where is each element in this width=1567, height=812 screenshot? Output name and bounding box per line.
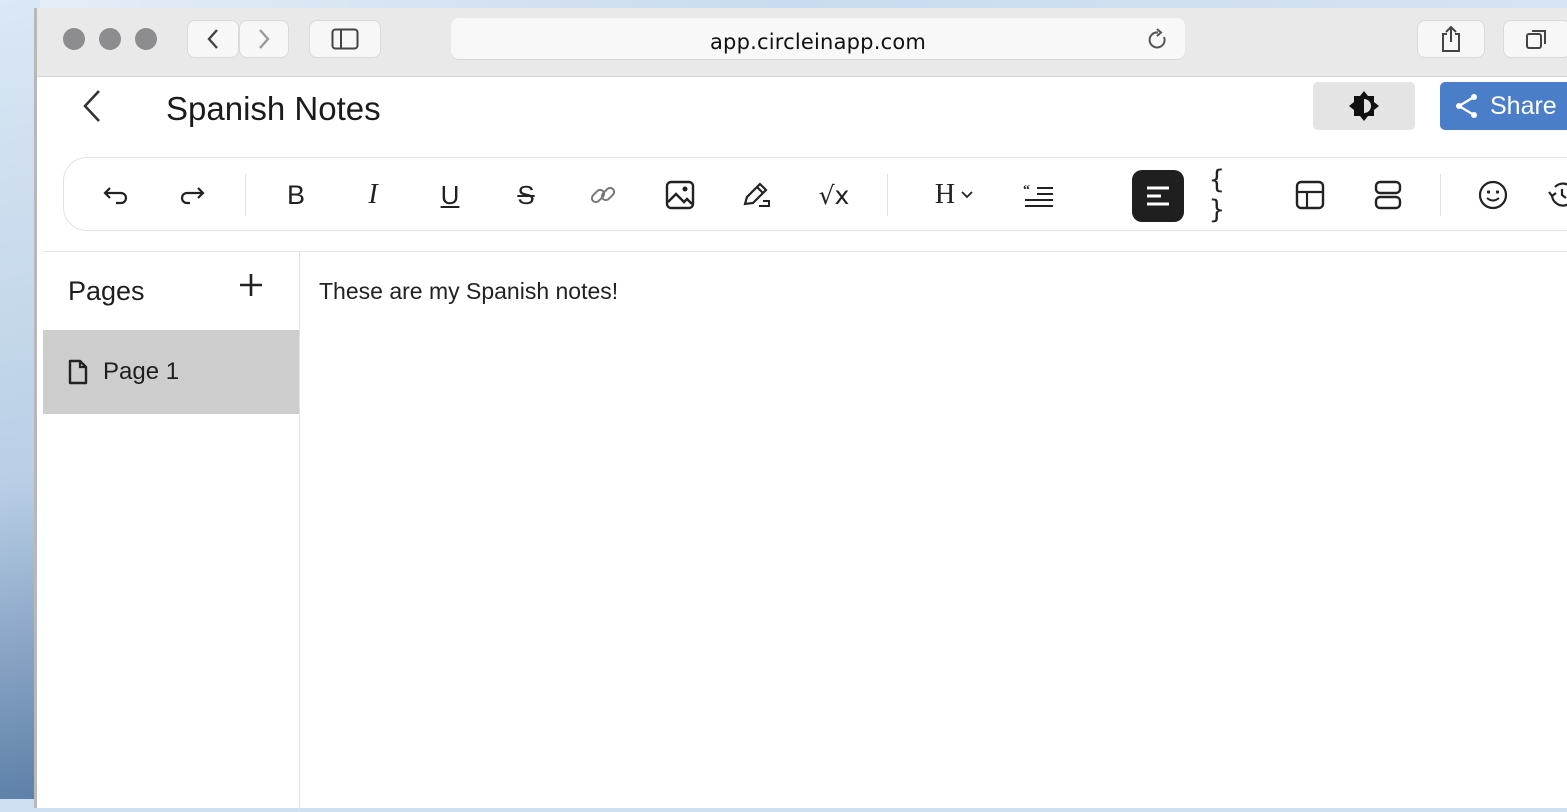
address-bar[interactable]: app.circleinapp.com (451, 18, 1185, 60)
browser-titlebar: app.circleinapp.com (37, 8, 1567, 77)
share-sheet-icon (1442, 25, 1460, 52)
theme-toggle-button[interactable] (1313, 82, 1415, 130)
editor-toolbar: B I U S √x H “ { } (63, 157, 1567, 231)
table-button[interactable] (1292, 177, 1328, 213)
share-button[interactable]: Share (1440, 82, 1567, 130)
bold-button[interactable]: B (278, 177, 314, 213)
math-glyph: √x (818, 180, 850, 210)
toolbar-separator (1440, 174, 1441, 216)
math-button[interactable]: √x (816, 177, 852, 213)
align-left-button[interactable] (1132, 170, 1184, 222)
editor-content[interactable]: These are my Spanish notes! (319, 278, 618, 305)
redo-icon (180, 187, 205, 205)
columns-button[interactable] (1370, 177, 1406, 213)
strike-glyph: S (517, 179, 535, 210)
code-block-button[interactable]: { } (1209, 165, 1249, 225)
bold-glyph: B (286, 179, 305, 210)
zoom-window-dot[interactable] (135, 28, 157, 50)
underline-button[interactable]: U (432, 177, 468, 213)
undo-icon (103, 187, 128, 205)
page-item-label: Page 1 (103, 358, 180, 385)
pages-sidebar: Pages Page 1 (43, 252, 300, 812)
image-icon (665, 180, 695, 210)
brightness-icon (1349, 91, 1379, 121)
link-icon (590, 186, 616, 204)
sidebar-toggle-icon (331, 28, 359, 50)
strikethrough-button[interactable]: S (508, 177, 544, 213)
chevron-left-icon (207, 29, 218, 49)
app-header: Spanish Notes Share (37, 76, 1567, 156)
table-icon (1295, 180, 1325, 210)
emoji-icon (1478, 180, 1508, 210)
link-button[interactable] (585, 177, 621, 213)
code-glyph: { } (1209, 165, 1225, 225)
heading-dropdown[interactable]: H (924, 177, 984, 213)
minimize-window-dot[interactable] (99, 28, 121, 50)
toolbar-separator (245, 174, 246, 216)
sidebar-item-page-1[interactable]: Page 1 (43, 330, 299, 414)
document-icon (68, 359, 88, 385)
tabs-icon (1526, 30, 1546, 49)
page-title: Spanish Notes (166, 90, 381, 127)
browser-back-button[interactable] (187, 20, 239, 58)
browser-window: app.circleinapp.com Spanish Notes Share (34, 8, 1567, 812)
undo-button[interactable] (98, 177, 134, 213)
reload-icon[interactable] (1147, 28, 1169, 52)
sidebar-toggle-button[interactable] (309, 20, 381, 58)
align-left-icon (1147, 186, 1169, 206)
browser-forward-button[interactable] (239, 20, 289, 58)
history-icon (1548, 182, 1567, 207)
pencil-icon (743, 182, 770, 207)
share-sheet-button[interactable] (1417, 20, 1485, 58)
add-page-icon[interactable] (238, 272, 264, 298)
share-label: Share (1490, 91, 1557, 120)
tabs-overview-button[interactable] (1503, 20, 1567, 58)
underline-glyph: U (440, 179, 460, 210)
blockquote-button[interactable]: “ (1021, 177, 1057, 213)
share-icon (1456, 94, 1477, 118)
italic-button[interactable]: I (355, 177, 391, 213)
italic-glyph: I (368, 179, 378, 210)
toolbar-separator (887, 174, 888, 216)
heading-glyph: H (934, 179, 956, 210)
emoji-button[interactable] (1475, 177, 1511, 213)
back-arrow-icon[interactable] (81, 88, 103, 124)
quote-icon: “ (1023, 183, 1053, 207)
rows-layout-icon (1374, 180, 1402, 210)
redo-button[interactable] (174, 177, 210, 213)
draw-button[interactable] (739, 177, 775, 213)
close-window-dot[interactable] (63, 28, 85, 50)
chevron-down-icon (961, 191, 973, 199)
history-button[interactable] (1544, 177, 1567, 213)
image-button[interactable] (662, 177, 698, 213)
svg-text:“: “ (1023, 183, 1030, 198)
chevron-right-icon (259, 29, 270, 49)
url-text: app.circleinapp.com (709, 30, 927, 54)
pages-heading: Pages (68, 276, 145, 306)
